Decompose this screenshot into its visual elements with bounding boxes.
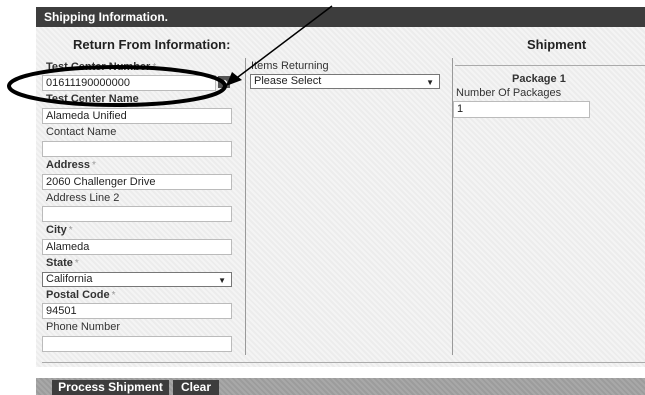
pointer-arrow-line: [233, 5, 333, 81]
highlight-ellipse: [7, 65, 227, 107]
annotation-overlay: [7, 5, 333, 107]
pointer-arrow-head: [226, 72, 242, 86]
